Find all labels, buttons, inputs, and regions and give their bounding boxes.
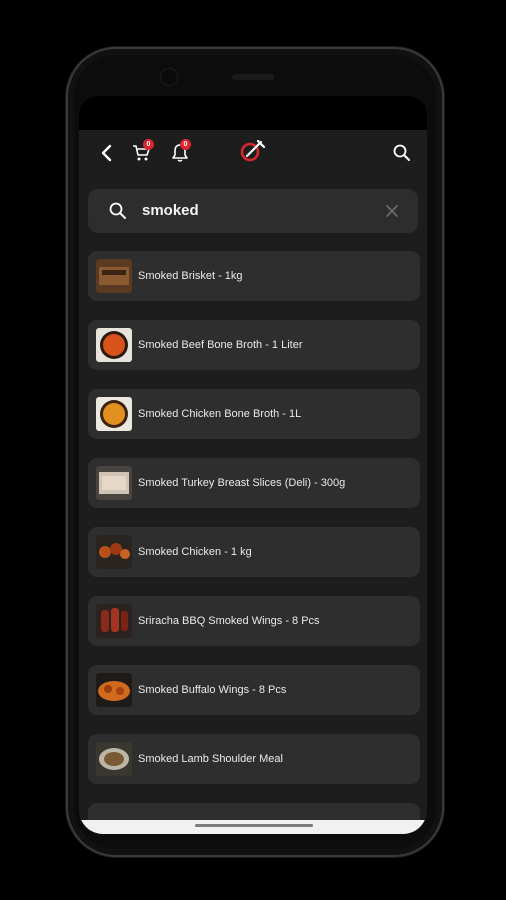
- list-item[interactable]: Smoked Chicken - 1 kg: [88, 527, 420, 577]
- back-arrow-icon[interactable]: [97, 142, 117, 164]
- top-app-bar: 0 0: [79, 132, 427, 180]
- status-bar: [79, 96, 427, 130]
- product-thumbnail: [96, 328, 132, 362]
- product-thumbnail: [96, 604, 132, 638]
- product-title: Smoked Buffalo Wings - 8 Pcs: [138, 684, 287, 696]
- app-screen: 0 0 smoked Smoked Brisket - 1kg Smoked B…: [79, 96, 427, 834]
- earpiece-speaker: [232, 74, 274, 80]
- front-camera: [160, 68, 178, 86]
- product-thumbnail: [96, 397, 132, 431]
- search-input[interactable]: smoked: [88, 189, 418, 233]
- product-thumbnail: [96, 742, 132, 776]
- product-thumbnail: [96, 673, 132, 707]
- search-query-text[interactable]: smoked: [142, 189, 199, 233]
- cart-count-badge: 0: [143, 139, 154, 150]
- list-item[interactable]: Smoked Buffalo Wings - 8 Pcs: [88, 665, 420, 715]
- product-title: Smoked Lamb Shoulder Meal: [138, 753, 283, 765]
- product-title: Smoked Beef Bone Broth - 1 Liter: [138, 339, 303, 351]
- search-field-icon: [108, 201, 128, 221]
- list-item[interactable]: Smoked Chicken Bone Broth - 1L: [88, 389, 420, 439]
- home-indicator[interactable]: [195, 824, 313, 827]
- product-title: Sriracha BBQ Smoked Wings - 8 Pcs: [138, 615, 320, 627]
- list-item[interactable]: Smoked Beef Bone Broth - 1 Liter: [88, 320, 420, 370]
- product-title: Smoked Brisket - 1kg: [138, 270, 243, 282]
- list-item[interactable]: Sriracha BBQ Smoked Wings - 8 Pcs: [88, 596, 420, 646]
- product-title: Smoked Chicken - 1 kg: [138, 546, 252, 558]
- list-item[interactable]: Smoked Brisket - 1kg: [88, 251, 420, 301]
- notification-count-badge: 0: [180, 139, 191, 150]
- navigation-bar: [79, 820, 427, 834]
- list-item[interactable]: Smoked Lamb Shoulder Meal: [88, 734, 420, 784]
- product-thumbnail: [96, 535, 132, 569]
- search-icon[interactable]: [391, 142, 413, 164]
- list-item[interactable]: Smoked Turkey Breast Slices (Deli) - 300…: [88, 458, 420, 508]
- product-title: Smoked Turkey Breast Slices (Deli) - 300…: [138, 477, 346, 489]
- product-thumbnail: [96, 259, 132, 293]
- product-thumbnail: [96, 466, 132, 500]
- app-logo-icon[interactable]: [239, 138, 267, 164]
- close-icon[interactable]: [384, 203, 400, 219]
- product-title: Smoked Chicken Bone Broth - 1L: [138, 408, 302, 420]
